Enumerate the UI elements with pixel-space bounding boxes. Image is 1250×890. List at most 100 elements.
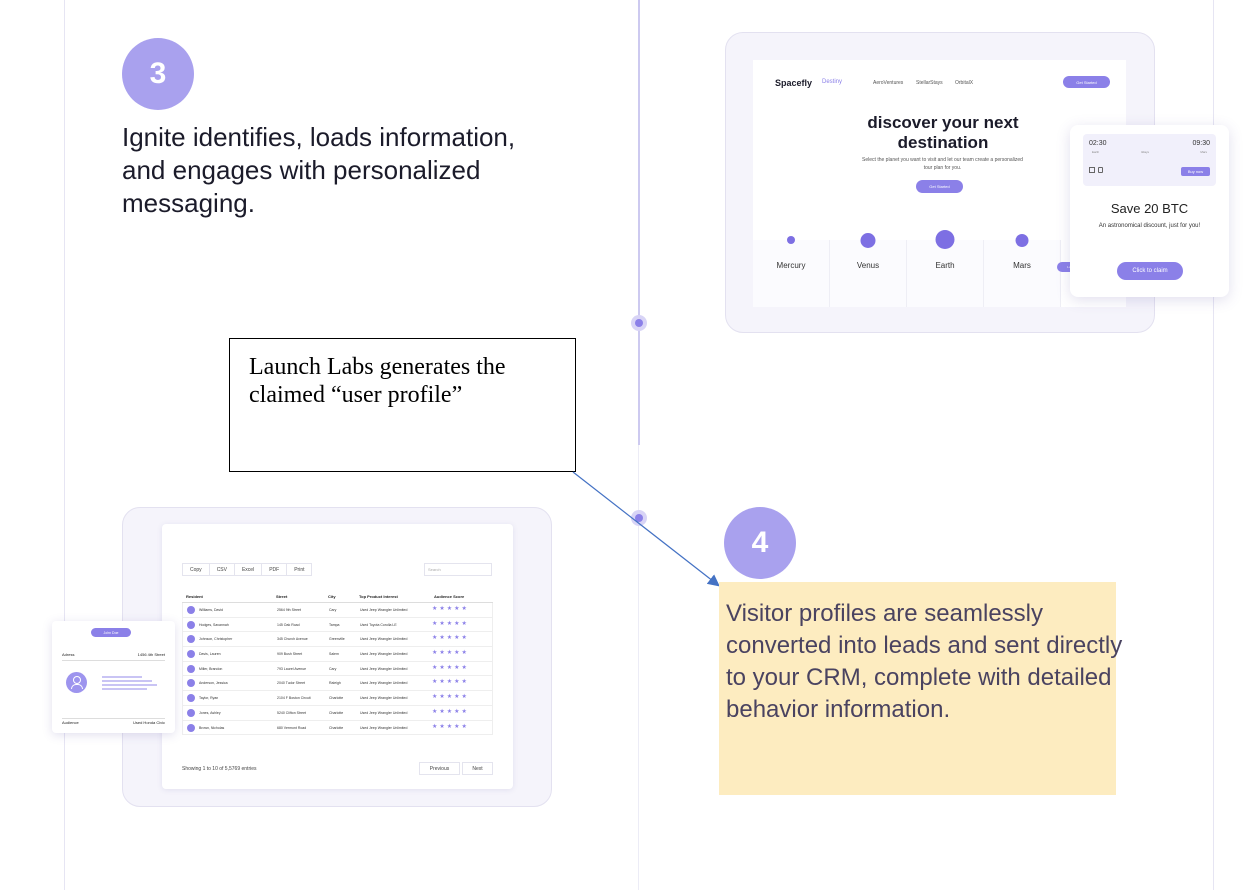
table-cell: Charlotte bbox=[329, 710, 344, 715]
address-label: Adress bbox=[62, 652, 75, 657]
timeline-dot-step4 bbox=[631, 510, 647, 526]
table-row[interactable]: Taylor, Ryan 2104 F Boston Circuit Charlot… bbox=[183, 691, 492, 706]
departure-label: Earth bbox=[1092, 150, 1100, 154]
expand-row-icon[interactable] bbox=[187, 679, 195, 688]
audience-score-stars-icon: ★★★★★ bbox=[432, 694, 469, 701]
planet-earth-icon bbox=[935, 230, 955, 249]
expand-row-icon[interactable] bbox=[187, 723, 195, 732]
audience-score-stars-icon: ★★★★★ bbox=[432, 679, 469, 686]
excel-button[interactable]: Excel bbox=[235, 564, 263, 575]
planet-card-mercury[interactable]: Mercury bbox=[753, 236, 830, 307]
nav-link-orbitalx[interactable]: OrbitalX bbox=[955, 80, 973, 86]
table-cell: Raleigh bbox=[329, 681, 341, 686]
previous-page-button[interactable]: Previous bbox=[419, 762, 460, 775]
promo-card: 02:30 09:30 Earth 3days Mars Buy now Sav… bbox=[1070, 125, 1229, 297]
expand-row-icon[interactable] bbox=[187, 650, 195, 659]
audience-score-stars-icon: ★★★★★ bbox=[432, 650, 469, 657]
table-cell: 5240 Clifton Street bbox=[277, 710, 306, 715]
print-button[interactable]: Print bbox=[287, 564, 311, 575]
table-cell: Used Jeep Wrangler Unlimited bbox=[360, 710, 408, 715]
expand-row-icon[interactable] bbox=[187, 606, 195, 614]
table-cell: 145 Oak Road bbox=[277, 622, 300, 627]
audience-label: Audience bbox=[62, 720, 79, 725]
timeline-line-active bbox=[638, 0, 640, 445]
step4-description: Visitor profiles are seamlessly converte… bbox=[726, 600, 1123, 723]
table-search-input[interactable]: Search bbox=[424, 563, 492, 576]
spacefly-logo: Spacefly bbox=[775, 78, 813, 88]
csv-button[interactable]: CSV bbox=[210, 564, 235, 575]
table-header: Resident Street City Top Product Interes… bbox=[182, 592, 493, 603]
expand-row-icon[interactable] bbox=[187, 620, 195, 629]
column-header[interactable]: Audience Score bbox=[434, 594, 464, 599]
table-row[interactable]: Johnson, Christopher 345 Church Avenue Gre… bbox=[183, 632, 492, 648]
arrival-time: 09:30 bbox=[1192, 140, 1210, 147]
planet-label: Mars bbox=[1013, 261, 1031, 270]
nav-link-stellarstays[interactable]: StellarStays bbox=[916, 80, 943, 86]
page-divider-left bbox=[64, 0, 65, 890]
planet-card-earth[interactable]: Earth bbox=[907, 230, 984, 307]
table-row[interactable]: Davis, Lauren 909 Bush Street Salem Used Je… bbox=[183, 647, 492, 662]
audience-value: Used Honda Civic bbox=[132, 720, 165, 725]
table-cell: 793 Laurel Avenue bbox=[277, 666, 307, 671]
table-cell: Taylor, Ryan bbox=[199, 696, 219, 701]
expand-row-icon[interactable] bbox=[187, 694, 195, 703]
claim-button[interactable]: Click to claim bbox=[1117, 262, 1183, 280]
step3-description: Ignite identifies, loads information, an… bbox=[122, 122, 516, 218]
planet-venus-icon bbox=[860, 233, 876, 248]
table-cell: Charlotte bbox=[329, 725, 344, 730]
annotation-callout: Launch Labs generates the claimed “user … bbox=[229, 338, 576, 472]
promo-text: An astronomical discount, just for you! bbox=[1098, 223, 1201, 229]
timeline-dot-step3 bbox=[631, 315, 647, 331]
promo-title: Save 20 BTC bbox=[1110, 201, 1189, 216]
table-row[interactable]: Hodges, Savannah 145 Oak Road Tampa Used To… bbox=[183, 618, 492, 633]
planet-card-mars[interactable]: Mars bbox=[984, 234, 1061, 307]
profile-address-row: Adress 1456 4th Street bbox=[62, 652, 165, 661]
planet-card-venus[interactable]: Venus bbox=[830, 233, 907, 307]
table-cell: Greenville bbox=[329, 637, 345, 642]
table-row[interactable]: Williams, David 2564 9th Street Cary Used J… bbox=[183, 603, 492, 618]
arrival-label: Mars bbox=[1200, 150, 1207, 154]
planet-mercury-icon bbox=[787, 236, 795, 244]
table-row[interactable]: Anderson, Jessica 2040 Tudor Street Raleig… bbox=[183, 676, 492, 692]
calendar-icon bbox=[1089, 167, 1095, 173]
table-row[interactable]: Miller, Brandon 793 Laurel Avenue Cary Used… bbox=[183, 662, 492, 677]
hero-title: discover your next destination bbox=[867, 113, 1019, 152]
table-cell: 2104 F Boston Circuit bbox=[277, 696, 311, 701]
hero-subtitle: Select the planet you want to visit and … bbox=[862, 157, 1023, 171]
table-cell: Tampa bbox=[329, 622, 340, 627]
planet-label: Venus bbox=[856, 261, 880, 270]
step-number-badge: 3 bbox=[122, 38, 194, 110]
expand-row-icon[interactable] bbox=[187, 708, 195, 717]
planet-label: Mercury bbox=[776, 261, 806, 270]
table-cell: Charlotte bbox=[329, 696, 344, 701]
address-value: 1456 4th Street bbox=[137, 652, 165, 657]
audience-score-stars-icon: ★★★★★ bbox=[432, 723, 469, 730]
copy-button[interactable]: Copy bbox=[183, 564, 210, 575]
expand-row-icon[interactable] bbox=[187, 664, 195, 673]
table-row[interactable]: Jones, Ashley 5240 Clifton Street Charlott… bbox=[183, 706, 492, 721]
flight-ticket: 02:30 09:30 Earth 3days Mars Buy now bbox=[1083, 134, 1216, 186]
table-cell: 909 Bush Street bbox=[277, 652, 303, 657]
expand-row-icon[interactable] bbox=[187, 635, 195, 644]
column-header[interactable]: Resident bbox=[186, 594, 203, 599]
table-cell: Cary bbox=[329, 666, 337, 671]
table-cell: Cary bbox=[329, 608, 337, 612]
table-row[interactable]: Brown, Nicholas 680 Vermont Road Charlotte… bbox=[183, 721, 492, 736]
placeholder-line bbox=[102, 676, 142, 678]
planet-label: Earth bbox=[935, 261, 955, 270]
column-header[interactable]: City bbox=[328, 594, 336, 599]
get-started-nav-button[interactable]: Get Started bbox=[1063, 76, 1110, 88]
buy-ticket-button[interactable]: Buy now bbox=[1181, 167, 1210, 176]
column-header[interactable]: Street bbox=[276, 594, 287, 599]
placeholder-line bbox=[102, 688, 147, 690]
pdf-button[interactable]: PDF bbox=[262, 564, 288, 575]
get-started-hero-button[interactable]: Get Started bbox=[916, 180, 963, 193]
table-cell: Used Jeep Wrangler Unlimited bbox=[360, 637, 408, 642]
nav-link-aeroventures[interactable]: AeroVentures bbox=[873, 80, 903, 86]
audience-score-stars-icon: ★★★★★ bbox=[432, 708, 469, 715]
column-header[interactable]: Top Product Interest bbox=[359, 594, 398, 599]
audience-score-stars-icon: ★★★★★ bbox=[432, 635, 469, 642]
table-cell: Davis, Lauren bbox=[199, 652, 221, 657]
audience-score-stars-icon: ★★★★★ bbox=[432, 664, 469, 671]
next-page-button[interactable]: Next bbox=[462, 762, 493, 775]
